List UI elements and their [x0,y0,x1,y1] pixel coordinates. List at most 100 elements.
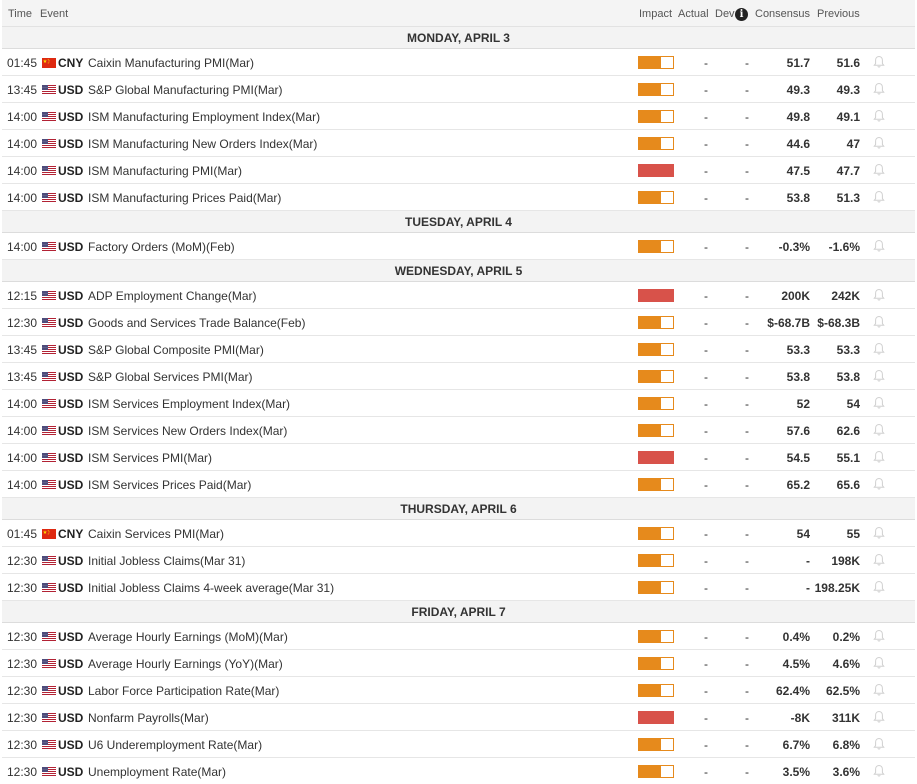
event-name[interactable]: ISM Manufacturing PMI(Mar) [88,164,242,178]
event-time: 14:00 [7,137,38,151]
event-name[interactable]: ISM Manufacturing Employment Index(Mar) [88,110,320,124]
event-name[interactable]: ISM Services New Orders Index(Mar) [88,424,287,438]
table-row[interactable]: 12:15 USD ADP Employment Change(Mar) - - 200K… [2,282,915,309]
deviation-value: - [745,451,749,465]
bell-icon[interactable] [872,190,886,204]
consensus-value: 0.4% [782,630,810,644]
table-row[interactable]: 12:30 USD Initial Jobless Claims 4-week av… [2,574,915,601]
bell-icon[interactable] [872,737,886,751]
header-impact[interactable]: Impact [639,8,672,20]
event-name[interactable]: Labor Force Participation Rate(Mar) [88,684,279,698]
header-consensus[interactable]: Consensus [755,8,810,20]
bell-icon[interactable] [872,163,886,177]
table-row[interactable]: 13:45 USD S&P Global Services PMI(Mar) - - 53… [2,363,915,390]
table-row[interactable]: 01:45 CNY Caixin Manufacturing PMI(Mar) - - 5… [2,49,915,76]
bell-icon[interactable] [872,580,886,594]
table-row[interactable]: 14:00 USD ISM Services Prices Paid(Mar) - - 6… [2,471,915,498]
event-time: 12:30 [7,581,38,595]
bell-icon[interactable] [872,656,886,670]
event-name[interactable]: Unemployment Rate(Mar) [88,765,226,779]
event-name[interactable]: Caixin Manufacturing PMI(Mar) [88,56,254,70]
bell-icon[interactable] [872,553,886,567]
table-row[interactable]: 12:30 USD Average Hourly Earnings (MoM)(Ma… [2,623,915,650]
deviation-value: - [745,83,749,97]
event-name[interactable]: Factory Orders (MoM)(Feb) [88,240,235,254]
event-time: 12:15 [7,289,38,303]
table-row[interactable]: 14:00 USD ISM Services New Orders Index(Ma… [2,417,915,444]
bell-icon[interactable] [872,710,886,724]
event-name[interactable]: ISM Manufacturing Prices Paid(Mar) [88,191,281,205]
table-row[interactable]: 14:00 USD Factory Orders (MoM)(Feb) - - -0.3%… [2,233,915,260]
event-name[interactable]: ISM Services Prices Paid(Mar) [88,478,251,492]
event-name[interactable]: Initial Jobless Claims 4-week average(Ma… [88,581,334,595]
bell-icon[interactable] [872,136,886,150]
bell-icon[interactable] [872,109,886,123]
actual-value: - [704,164,708,178]
event-name[interactable]: ISM Services PMI(Mar) [88,451,212,465]
table-row[interactable]: 13:45 USD S&P Global Composite PMI(Mar) - - 5… [2,336,915,363]
bell-icon[interactable] [872,764,886,778]
bell-icon[interactable] [872,342,886,356]
table-row[interactable]: 12:30 USD Initial Jobless Claims(Mar 31) - -… [2,547,915,574]
header-previous[interactable]: Previous [817,8,860,20]
bell-icon[interactable] [872,288,886,302]
bell-icon[interactable] [872,239,886,253]
header-time[interactable]: Time [8,8,32,20]
table-row[interactable]: 14:00 USD ISM Manufacturing PMI(Mar) - - 47.5… [2,157,915,184]
bell-icon[interactable] [872,450,886,464]
impact-indicator [638,370,674,383]
header-event[interactable]: Event [40,8,68,20]
event-time: 14:00 [7,240,38,254]
us-flag-icon [42,371,56,382]
event-name[interactable]: ADP Employment Change(Mar) [88,289,257,303]
event-name[interactable]: S&P Global Composite PMI(Mar) [88,343,264,357]
event-name[interactable]: ISM Services Employment Index(Mar) [88,397,290,411]
bell-icon[interactable] [872,423,886,437]
bell-icon[interactable] [872,477,886,491]
header-actual[interactable]: Actual [678,8,709,20]
table-row[interactable]: 12:30 USD U6 Underemployment Rate(Mar) - - 6.… [2,731,915,758]
table-row[interactable]: 12:30 USD Goods and Services Trade Balance… [2,309,915,336]
bell-icon[interactable] [872,55,886,69]
bell-icon[interactable] [872,629,886,643]
table-row[interactable]: 12:30 USD Labor Force Participation Rate(M… [2,677,915,704]
previous-value: 311K [831,711,860,725]
table-row[interactable]: 12:30 USD Unemployment Rate(Mar) - - 3.5% 3.6% [2,758,915,784]
bell-icon[interactable] [872,315,886,329]
impact-fill [639,555,662,566]
table-row[interactable]: 01:45 CNY Caixin Services PMI(Mar) - - 54 55 [2,520,915,547]
table-row[interactable]: 14:00 USD ISM Manufacturing Employment Ind… [2,103,915,130]
info-icon[interactable]: i [735,8,748,21]
event-name[interactable]: Average Hourly Earnings (YoY)(Mar) [88,657,283,671]
event-name[interactable]: U6 Underemployment Rate(Mar) [88,738,262,752]
event-name[interactable]: Nonfarm Payrolls(Mar) [88,711,209,725]
deviation-value: - [745,137,749,151]
bell-icon[interactable] [872,526,886,540]
actual-value: - [704,554,708,568]
header-dev[interactable]: Dev [715,8,735,20]
table-row[interactable]: 14:00 USD ISM Services PMI(Mar) - - 54.5 55.1 [2,444,915,471]
bell-icon[interactable] [872,82,886,96]
table-row[interactable]: 13:45 USD S&P Global Manufacturing PMI(Mar… [2,76,915,103]
table-row[interactable]: 14:00 USD ISM Manufacturing New Orders Ind… [2,130,915,157]
event-name[interactable]: Initial Jobless Claims(Mar 31) [88,554,245,568]
event-name[interactable]: Average Hourly Earnings (MoM)(Mar) [88,630,288,644]
bell-icon[interactable] [872,396,886,410]
table-row[interactable]: 14:00 USD ISM Manufacturing Prices Paid(Ma… [2,184,915,211]
event-time: 14:00 [7,424,38,438]
event-name[interactable]: ISM Manufacturing New Orders Index(Mar) [88,137,317,151]
previous-value: 6.8% [832,738,860,752]
bell-icon[interactable] [872,369,886,383]
event-name[interactable]: S&P Global Manufacturing PMI(Mar) [88,83,283,97]
event-name[interactable]: S&P Global Services PMI(Mar) [88,370,253,384]
table-row[interactable]: 12:30 USD Nonfarm Payrolls(Mar) - - -8K 311K [2,704,915,731]
currency-code: USD [58,424,84,438]
event-name[interactable]: Goods and Services Trade Balance(Feb) [88,316,305,330]
event-name[interactable]: Caixin Services PMI(Mar) [88,527,224,541]
bell-icon[interactable] [872,683,886,697]
deviation-value: - [745,370,749,384]
table-row[interactable]: 12:30 USD Average Hourly Earnings (YoY)(Ma… [2,650,915,677]
us-flag-icon [42,452,56,463]
impact-fill [639,425,662,436]
table-row[interactable]: 14:00 USD ISM Services Employment Index(Ma… [2,390,915,417]
